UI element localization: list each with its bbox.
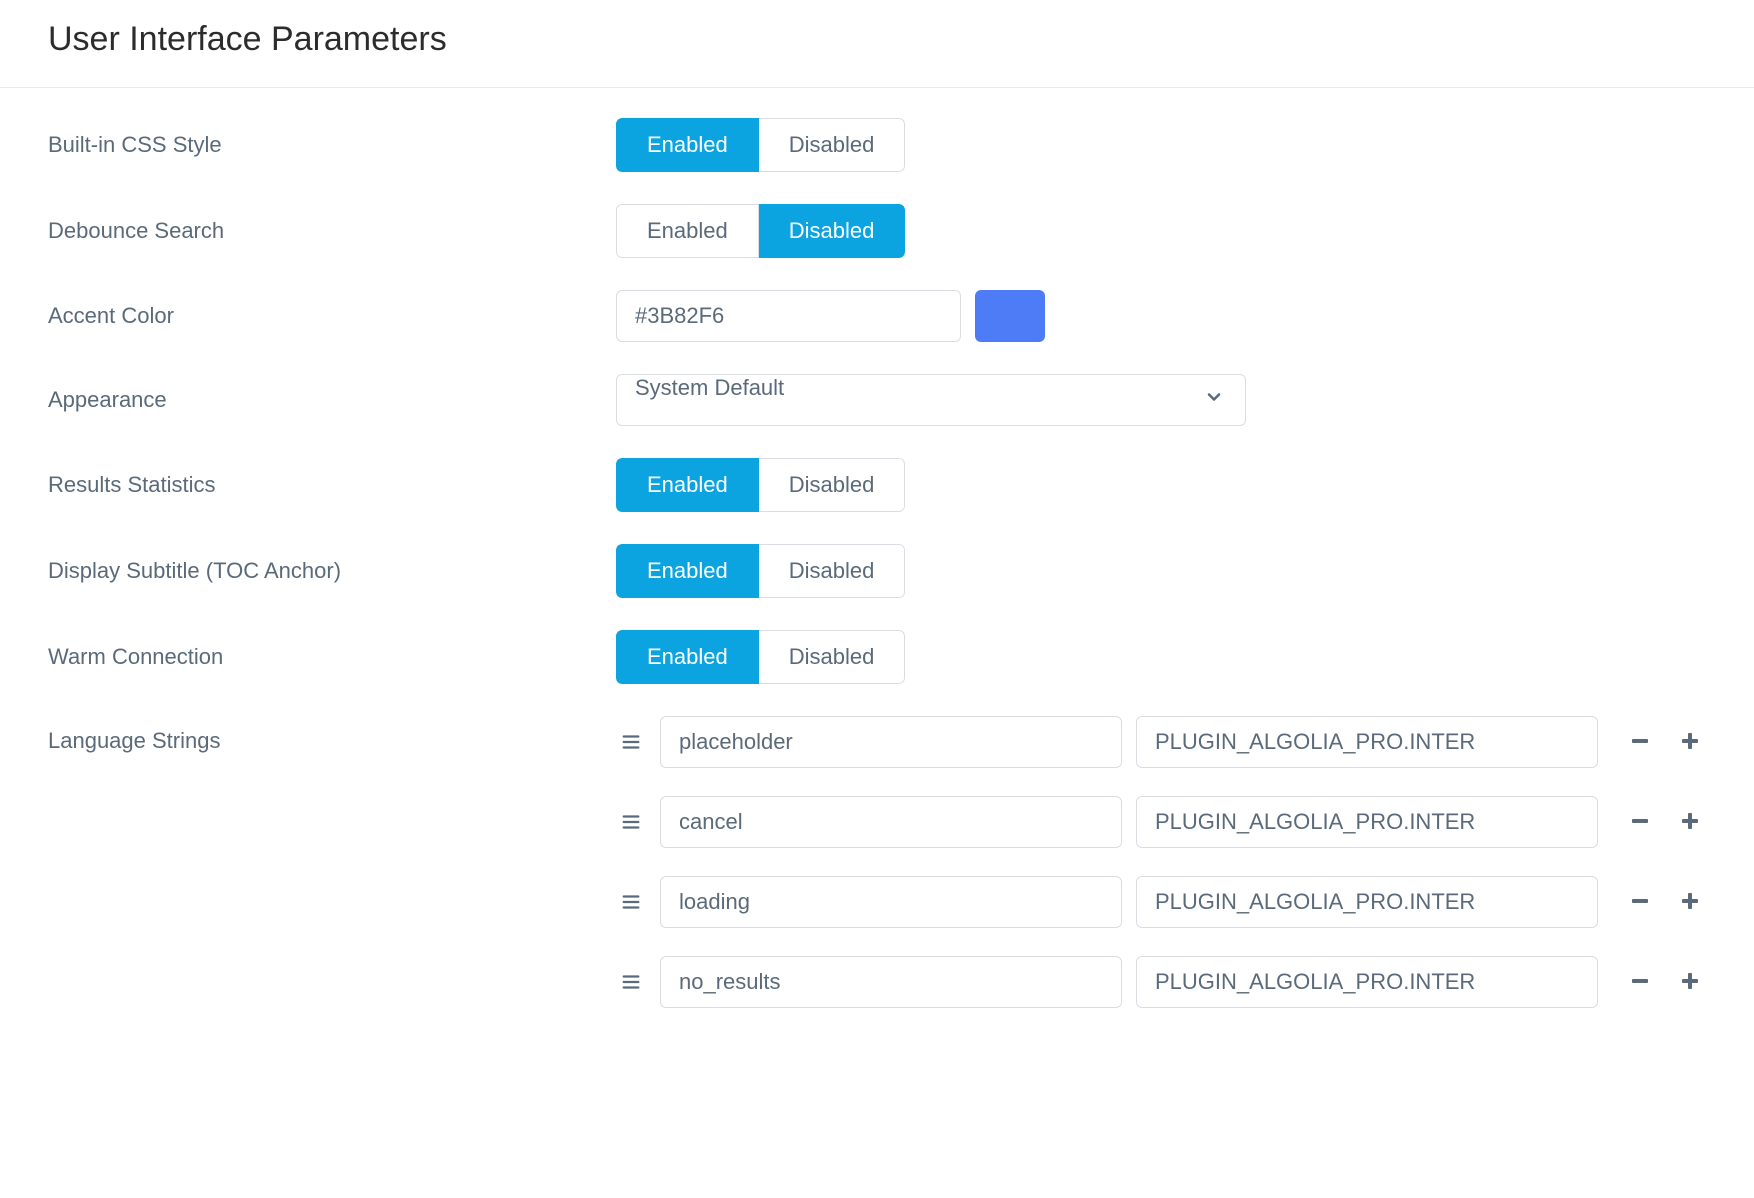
minus-icon: [1628, 969, 1652, 996]
toggle-css-style: Enabled Disabled: [616, 118, 905, 172]
plus-icon: [1678, 889, 1702, 916]
label-language-strings: Language Strings: [48, 716, 616, 754]
toggle-results-stats: Enabled Disabled: [616, 458, 905, 512]
plus-icon: [1678, 969, 1702, 996]
drag-handle-icon[interactable]: [616, 731, 646, 753]
add-row-button[interactable]: [1674, 885, 1706, 920]
language-string-value-input[interactable]: [1136, 716, 1598, 768]
plus-icon: [1678, 809, 1702, 836]
display-subtitle-disabled-button[interactable]: Disabled: [759, 544, 906, 598]
accent-color-input[interactable]: [616, 290, 961, 342]
minus-icon: [1628, 729, 1652, 756]
accent-color-swatch[interactable]: [975, 290, 1045, 342]
warm-connection-enabled-button[interactable]: Enabled: [616, 630, 759, 684]
add-row-button[interactable]: [1674, 805, 1706, 840]
add-row-button[interactable]: [1674, 725, 1706, 760]
results-stats-enabled-button[interactable]: Enabled: [616, 458, 759, 512]
css-style-enabled-button[interactable]: Enabled: [616, 118, 759, 172]
language-string-key-input[interactable]: [660, 956, 1122, 1008]
css-style-disabled-button[interactable]: Disabled: [759, 118, 906, 172]
remove-row-button[interactable]: [1624, 725, 1656, 760]
toggle-display-subtitle: Enabled Disabled: [616, 544, 905, 598]
language-string-row: [616, 876, 1706, 928]
remove-row-button[interactable]: [1624, 805, 1656, 840]
language-string-value-input[interactable]: [1136, 876, 1598, 928]
language-string-value-input[interactable]: [1136, 956, 1598, 1008]
display-subtitle-enabled-button[interactable]: Enabled: [616, 544, 759, 598]
remove-row-button[interactable]: [1624, 885, 1656, 920]
drag-handle-icon[interactable]: [616, 811, 646, 833]
page-title: User Interface Parameters: [0, 0, 1754, 88]
label-css-style: Built-in CSS Style: [48, 132, 616, 158]
results-stats-disabled-button[interactable]: Disabled: [759, 458, 906, 512]
language-string-row: [616, 796, 1706, 848]
language-string-row: [616, 716, 1706, 768]
debounce-enabled-button[interactable]: Enabled: [616, 204, 759, 258]
plus-icon: [1678, 729, 1702, 756]
add-row-button[interactable]: [1674, 965, 1706, 1000]
label-accent: Accent Color: [48, 303, 616, 329]
appearance-select[interactable]: System Default: [616, 374, 1246, 426]
toggle-debounce: Enabled Disabled: [616, 204, 905, 258]
label-debounce: Debounce Search: [48, 218, 616, 244]
language-string-key-input[interactable]: [660, 796, 1122, 848]
warm-connection-disabled-button[interactable]: Disabled: [759, 630, 906, 684]
language-string-key-input[interactable]: [660, 876, 1122, 928]
label-display-subtitle: Display Subtitle (TOC Anchor): [48, 558, 616, 584]
drag-handle-icon[interactable]: [616, 971, 646, 993]
drag-handle-icon[interactable]: [616, 891, 646, 913]
label-warm-connection: Warm Connection: [48, 644, 616, 670]
remove-row-button[interactable]: [1624, 965, 1656, 1000]
minus-icon: [1628, 889, 1652, 916]
toggle-warm-connection: Enabled Disabled: [616, 630, 905, 684]
language-string-row: [616, 956, 1706, 1008]
language-string-value-input[interactable]: [1136, 796, 1598, 848]
label-results-stats: Results Statistics: [48, 472, 616, 498]
label-appearance: Appearance: [48, 387, 616, 413]
language-string-key-input[interactable]: [660, 716, 1122, 768]
minus-icon: [1628, 809, 1652, 836]
debounce-disabled-button[interactable]: Disabled: [759, 204, 906, 258]
